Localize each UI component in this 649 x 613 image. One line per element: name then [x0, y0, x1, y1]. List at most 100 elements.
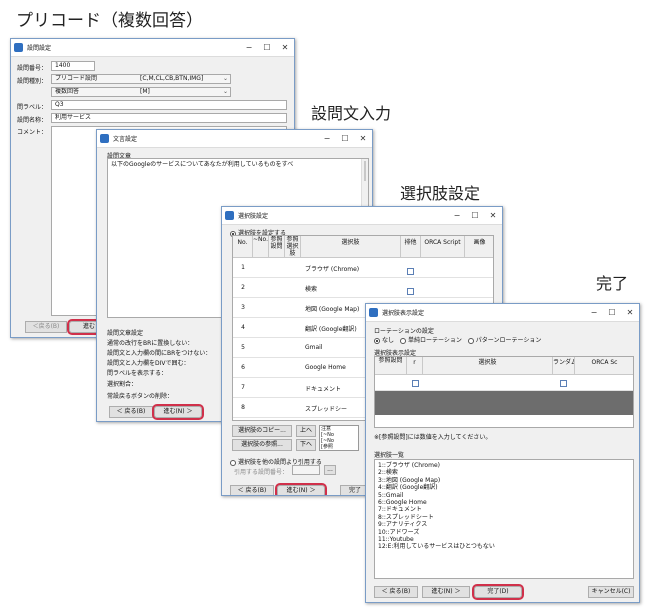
display-grid: 参照設問 r 選択肢 ランダム ORCA Sc [374, 356, 634, 428]
rotation-options: なし 単純ローテーション パターンローテーション [374, 335, 541, 344]
move-down-button[interactable]: 下へ [296, 439, 316, 451]
r-checkbox[interactable] [412, 380, 419, 387]
close-icon[interactable]: ✕ [276, 43, 294, 52]
notice-box: 注意 [~No [~No [参照 [319, 425, 359, 451]
window-title: 選択肢設定 [238, 213, 269, 220]
answer-type-value: 複数回答 [55, 88, 80, 95]
title-bar: 文言設定 − ☐ ✕ [97, 130, 372, 148]
rotation-pattern-option[interactable]: パターンローテーション [467, 337, 541, 344]
setting-line-6: 常設戻るボタンの削除： [107, 393, 174, 400]
rotation-none-option[interactable]: なし [374, 337, 394, 344]
row-number: 5 [241, 344, 245, 351]
next-button[interactable]: 進む(N) ＞ [152, 404, 204, 420]
copy-choices-button[interactable]: 選択肢のコピー... [232, 425, 292, 437]
setting-line-4: 問ラベルを表示する： [107, 370, 168, 377]
rotation-title: ローテーションの設定 [374, 328, 434, 335]
app-icon [14, 43, 23, 52]
choice-display-window: 選択肢表示設定 − ☐ ✕ ローテーションの設定 なし 単純ローテーション パタ… [365, 303, 640, 603]
choice-label: 検索 [305, 286, 318, 293]
col-header-choice: 選択肢 [423, 357, 553, 375]
app-icon [100, 134, 109, 143]
row-number: 8 [241, 404, 245, 411]
list-item: 1::ブラウザ (Chrome) [378, 462, 440, 469]
close-icon[interactable]: ✕ [484, 211, 502, 220]
caption-precode: プリコード（複数回答） [16, 11, 203, 31]
minimize-icon[interactable]: − [448, 211, 466, 220]
name-label: 設問名称： [17, 117, 48, 124]
rotation-simple-option[interactable]: 単純ローテーション [399, 337, 462, 344]
choice-label: ブラウザ (Chrome) [305, 266, 360, 273]
question-type-codes: [C,M,CL,CB,BTN,IMG] [140, 75, 204, 82]
radio-on-icon [374, 337, 380, 344]
question-type-value: プリコード設問 [55, 75, 98, 82]
chevron-down-icon: ⌄ [222, 88, 228, 95]
back-button[interactable]: ＜ 戻る(B) [374, 586, 418, 598]
list-item: 2::検索 [378, 469, 398, 477]
radio-off-icon [399, 337, 406, 344]
choice-list-title: 選択肢一覧 [374, 452, 405, 459]
close-icon[interactable]: ✕ [621, 308, 639, 317]
maximize-icon[interactable]: ☐ [336, 134, 354, 143]
row-number: 7 [241, 384, 245, 391]
reference-question-input[interactable] [292, 465, 320, 475]
choice-list[interactable]: 1::ブラウザ (Chrome) 2::検索 3::地図 (Google Map… [374, 459, 634, 579]
table-row[interactable]: 2 検索 [233, 278, 493, 298]
maximize-icon[interactable]: ☐ [466, 211, 484, 220]
comment-label: コメント： [17, 129, 48, 136]
close-icon[interactable]: ✕ [354, 134, 372, 143]
reference-choices-button[interactable]: 選択肢の参照... [232, 439, 292, 451]
question-number-input[interactable]: 1400 [51, 61, 95, 71]
settings-title: 設問文章設定 [107, 330, 144, 337]
back-button[interactable]: ＜ 戻る(B) [230, 485, 274, 495]
col-header-exclusive: 排他 [401, 236, 421, 258]
browse-button[interactable]: ... [324, 465, 336, 475]
minimize-icon[interactable]: − [240, 43, 258, 52]
back-button[interactable]: ＜ 戻る(B) [109, 406, 153, 418]
col-header-orca: ORCA Script [421, 236, 465, 258]
col-header-ref-choice: 参照選択肢 [285, 236, 301, 258]
col-header-choice: 選択肢 [301, 236, 401, 258]
row-number: 4 [241, 324, 245, 331]
qlabel-input[interactable]: Q3 [51, 100, 287, 110]
question-name-input[interactable]: 利用サービス [51, 113, 287, 123]
row-number: 6 [241, 364, 245, 371]
chevron-down-icon: ⌄ [222, 75, 228, 82]
row-number: 1 [241, 264, 245, 271]
back-button[interactable]: ＜戻る(B) [25, 321, 67, 333]
caption-question-text: 設問文入力 [311, 104, 392, 123]
maximize-icon[interactable]: ☐ [603, 308, 621, 317]
col-header-r: r [407, 357, 423, 375]
table-row[interactable] [375, 375, 633, 391]
table-row[interactable]: 1 ブラウザ (Chrome) [233, 258, 493, 278]
list-item: 9::アナリティクス [378, 521, 428, 529]
next-button[interactable]: 進む(N) ＞ [422, 586, 470, 598]
reference-question-label: 引用する設問番号： [234, 469, 289, 476]
list-item: 4::翻訳 (Google翻訳) [378, 484, 438, 492]
next-button[interactable]: 進む(N) ＞ [275, 483, 327, 495]
number-label: 設問番号： [17, 65, 48, 72]
random-checkbox[interactable] [560, 380, 567, 387]
col-header-ref-question: 参照設問 [269, 236, 285, 258]
maximize-icon[interactable]: ☐ [258, 43, 276, 52]
cancel-button[interactable]: キャンセル(C) [588, 586, 634, 598]
exclusive-checkbox[interactable] [407, 268, 414, 275]
finish-button[interactable]: 完了(D) [472, 584, 524, 600]
answer-type-select[interactable]: 複数回答 [M] ⌄ [51, 87, 231, 97]
exclusive-checkbox[interactable] [407, 288, 414, 295]
app-icon [369, 308, 378, 317]
app-icon [225, 211, 234, 220]
list-item: 12:E:利用しているサービスはひとつもない [378, 543, 495, 551]
radio-off-icon [230, 459, 236, 466]
list-item: 10::アドワーズ [378, 528, 420, 536]
minimize-icon[interactable]: − [318, 134, 336, 143]
title-bar: 選択肢表示設定 − ☐ ✕ [366, 304, 639, 322]
move-up-button[interactable]: 上へ [296, 425, 316, 437]
list-item: 8::スプレッドシート [378, 513, 434, 521]
col-header-orca: ORCA Sc [575, 357, 633, 375]
scrollbar-thumb[interactable] [364, 161, 366, 181]
caption-complete: 完了 [596, 274, 629, 293]
setting-line-1: 通常の改行をBRに置換しない： [107, 340, 194, 347]
setting-line-3: 設問文と入力欄をDIVで囲む： [107, 360, 190, 367]
question-type-select[interactable]: プリコード設問 [C,M,CL,CB,BTN,IMG] ⌄ [51, 74, 231, 84]
minimize-icon[interactable]: − [585, 308, 603, 317]
